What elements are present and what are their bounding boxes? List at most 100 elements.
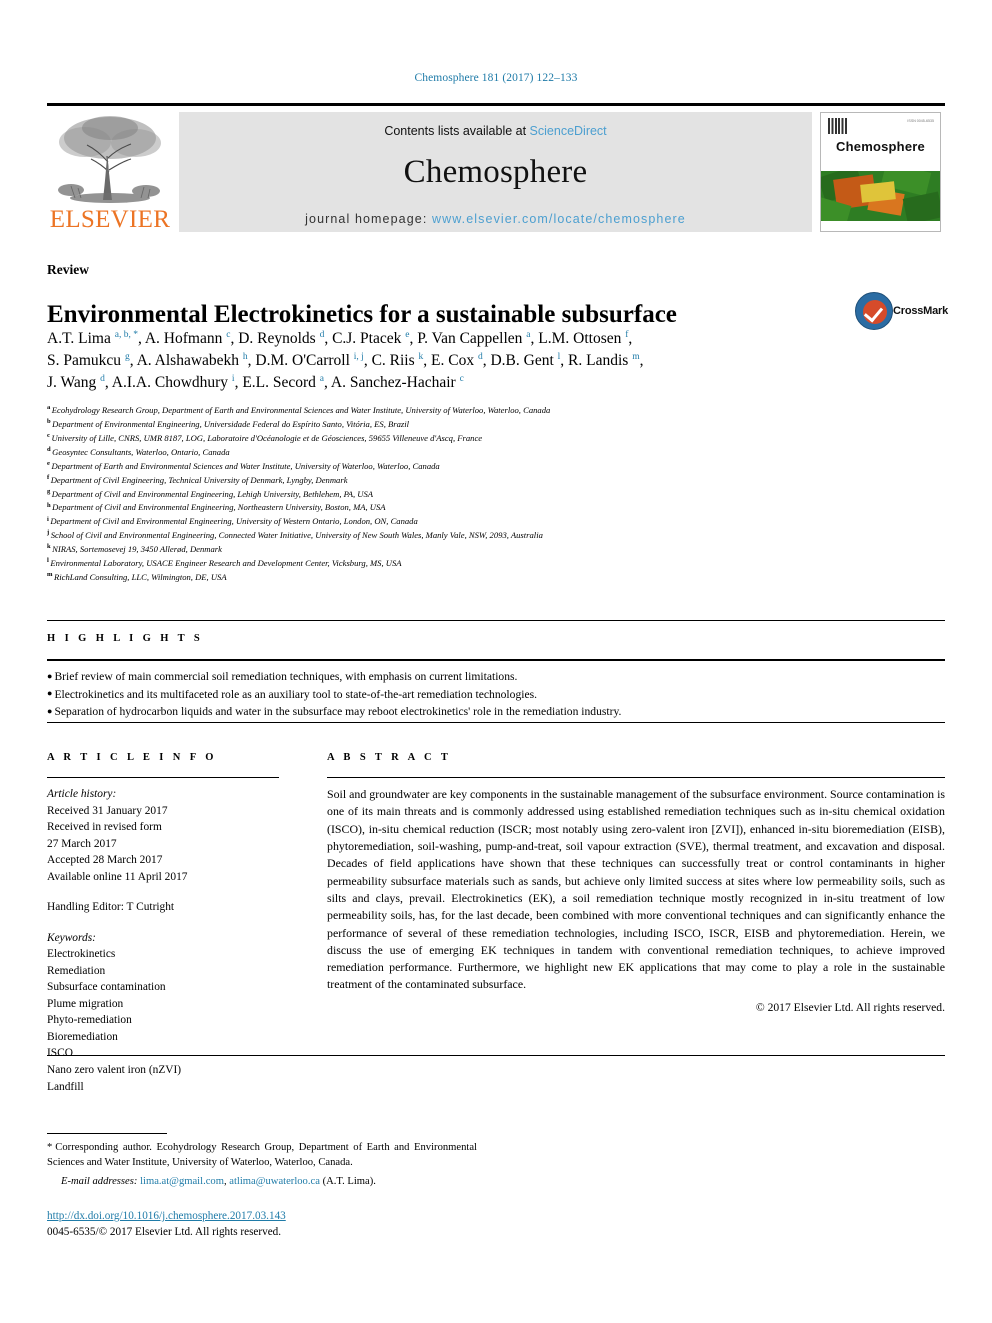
- crossmark-label: CrossMark: [893, 305, 949, 317]
- cover-bottom-area: [821, 221, 940, 231]
- affiliation-item: f Department of Civil Engineering, Techni…: [47, 474, 927, 488]
- email-addresses: E-mail addresses: lima.at@gmail.com, atl…: [47, 1174, 477, 1189]
- asterisk-icon: *: [47, 1142, 53, 1153]
- author-line: A.T. Lima a, b, *, A. Hofmann c, D. Reyn…: [47, 329, 633, 347]
- list-item: Accepted 28 March 2017: [47, 854, 163, 867]
- bullet-icon: ●: [47, 670, 53, 681]
- elsevier-wordmark: ELSEVIER: [49, 206, 171, 233]
- article-type-label: Review: [47, 262, 89, 277]
- affiliation-marker: e: [47, 459, 50, 467]
- affiliation-marker: d: [47, 445, 51, 453]
- affiliation-text: NIRAS, Sortemosevej 19, 3450 Allerød, De…: [52, 544, 222, 555]
- author-line: J. Wang d, A.I.A. Chowdhury i, E.L. Seco…: [47, 373, 464, 391]
- affiliation-item: h Department of Civil and Environmental E…: [47, 501, 927, 515]
- affiliation-item: m RichLand Consulting, LLC, Wilmington, D…: [47, 571, 927, 585]
- issn-copyright-line: 0045-6535/© 2017 Elsevier Ltd. All right…: [47, 1225, 282, 1238]
- highlights-top-rule: [47, 620, 945, 621]
- affiliation-item: c University of Lille, CNRS, UMR 8187, LO…: [47, 432, 927, 446]
- article-history-items: Received 31 January 2017 Received in revi…: [47, 803, 297, 886]
- affiliation-item: i Department of Civil and Environmental E…: [47, 515, 927, 529]
- email-link-secondary[interactable]: atlima@uwaterloo.ca: [229, 1176, 320, 1187]
- barcode-icon: [828, 118, 848, 134]
- bullet-icon: ●: [47, 688, 53, 699]
- affiliation-text: RichLand Consulting, LLC, Wilmington, DE…: [54, 572, 227, 583]
- affiliation-text: Department of Civil and Environmental En…: [50, 516, 418, 527]
- journal-cover-thumbnail: ISSN 0045-6535 Chemosphere: [820, 112, 941, 232]
- highlight-item: ● Separation of hydrocarbon liquids and w…: [47, 703, 927, 721]
- corresponding-author-text: Corresponding author. Ecohydrology Resea…: [47, 1142, 477, 1169]
- email-label: E-mail addresses:: [61, 1176, 138, 1188]
- affiliation-text: Department of Environmental Engineering,…: [52, 418, 410, 429]
- journal-title: Chemosphere: [403, 154, 588, 190]
- affiliation-text: University of Lille, CNRS, UMR 8187, LOG…: [51, 432, 483, 443]
- author-line: S. Pamukcu g, A. Alshawabekh h, D.M. O'C…: [47, 351, 644, 369]
- affiliation-text: Geosyntec Consultants, Waterloo, Ontario…: [52, 446, 230, 457]
- affiliation-text: Department of Civil and Environmental En…: [51, 488, 374, 499]
- affiliation-marker: b: [47, 418, 51, 426]
- list-item: Electrokinetics: [47, 948, 116, 961]
- list-item: 27 March 2017: [47, 837, 117, 850]
- highlights-heading: H I G H L I G H T S: [47, 633, 204, 644]
- contents-list-line: Contents lists available at ScienceDirec…: [179, 124, 812, 138]
- article-info-rule: [47, 777, 279, 778]
- highlights-mid-rule: [47, 659, 945, 661]
- sciencedirect-link[interactable]: ScienceDirect: [530, 124, 607, 138]
- abstract-copyright: © 2017 Elsevier Ltd. All rights reserved…: [755, 1000, 945, 1014]
- affiliation-text: Environmental Laboratory, USACE Engineer…: [50, 558, 402, 569]
- highlight-item: ● Electrokinetics and its multifaceted ro…: [47, 686, 927, 704]
- highlight-text: Electrokinetics and its multifaceted rol…: [54, 687, 538, 701]
- list-item: Bioremediation: [47, 1030, 118, 1043]
- affiliation-text: Department of Earth and Environmental Sc…: [51, 460, 440, 471]
- affiliation-text: School of Civil and Environmental Engine…: [50, 530, 543, 541]
- list-item: Remediation: [47, 964, 106, 977]
- journal-homepage-line: journal homepage: www.elsevier.com/locat…: [179, 212, 812, 226]
- affiliation-marker: j: [47, 529, 50, 537]
- elsevier-logo: ELSEVIER: [49, 112, 171, 232]
- crossmark-badge[interactable]: CrossMark: [855, 292, 948, 332]
- list-item: ISCO: [47, 1047, 73, 1060]
- article-history-block: Article history: Received 31 January 201…: [47, 786, 297, 885]
- cover-issn-text: ISSN 0045-6535: [907, 119, 934, 123]
- affiliation-item: b Department of Environmental Engineering…: [47, 418, 927, 432]
- highlights-list: ● Brief review of main commercial soil re…: [47, 668, 927, 721]
- affiliation-text: Department of Civil Engineering, Technic…: [50, 474, 348, 485]
- article-history-label: Article history:: [47, 788, 117, 800]
- bullet-icon: ●: [47, 705, 53, 716]
- list-item: Received in revised form: [47, 821, 162, 834]
- abstract-heading: A B S T R A C T: [327, 752, 452, 763]
- footnote-rule: [47, 1133, 167, 1134]
- doi-link[interactable]: http://dx.doi.org/10.1016/j.chemosphere.…: [47, 1209, 547, 1225]
- journal-masthead: ELSEVIER Contents lists available at Sci…: [47, 103, 945, 234]
- abstract-bottom-rule: [47, 1055, 945, 1056]
- affiliation-item: g Department of Civil and Environmental E…: [47, 488, 927, 502]
- email-link-primary[interactable]: lima.at@gmail.com: [140, 1176, 224, 1187]
- journal-homepage-link[interactable]: www.elsevier.com/locate/chemosphere: [432, 212, 686, 226]
- affiliation-item: a Ecohydrology Research Group, Department…: [47, 404, 927, 418]
- list-item: Received 31 January 2017: [47, 804, 168, 817]
- contents-prefix: Contents lists available at: [384, 124, 530, 138]
- abstract-rule: [327, 777, 945, 778]
- list-item: Available online 11 April 2017: [47, 870, 188, 883]
- affiliation-marker: i: [47, 515, 49, 523]
- highlights-bottom-rule: [47, 722, 945, 723]
- elsevier-tree-icon: [58, 116, 161, 203]
- affiliation-item: d Geosyntec Consultants, Waterloo, Ontari…: [47, 446, 927, 460]
- affiliation-item: l Environmental Laboratory, USACE Enginee…: [47, 557, 927, 571]
- list-item: Phyto-remediation: [47, 1014, 132, 1027]
- cover-artwork: [821, 171, 940, 221]
- page-title: Environmental Electrokinetics for a sust…: [47, 300, 677, 328]
- affiliation-item: j School of Civil and Environmental Engin…: [47, 529, 927, 543]
- running-head: Chemosphere 181 (2017) 122–133: [414, 72, 578, 84]
- cover-journal-title: Chemosphere: [836, 139, 925, 154]
- affiliation-marker: m: [47, 571, 53, 579]
- affiliation-marker: c: [47, 431, 50, 439]
- highlight-text: Separation of hydrocarbon liquids and wa…: [54, 705, 622, 719]
- journal-article-page: Chemosphere 181 (2017) 122–133 ELSEVIER …: [0, 0, 992, 1323]
- author-list: A.T. Lima a, b, *, A. Hofmann c, D. Reyn…: [47, 328, 867, 394]
- affiliation-marker: f: [47, 473, 50, 481]
- footer-doi-block: http://dx.doi.org/10.1016/j.chemosphere.…: [47, 1209, 547, 1241]
- list-item: Landfill: [47, 1080, 84, 1093]
- article-info-column: Article history: Received 31 January 201…: [47, 786, 297, 1109]
- list-item: Nano zero valent iron (nZVI): [47, 1063, 182, 1076]
- email-attribution: (A.T. Lima).: [322, 1176, 376, 1188]
